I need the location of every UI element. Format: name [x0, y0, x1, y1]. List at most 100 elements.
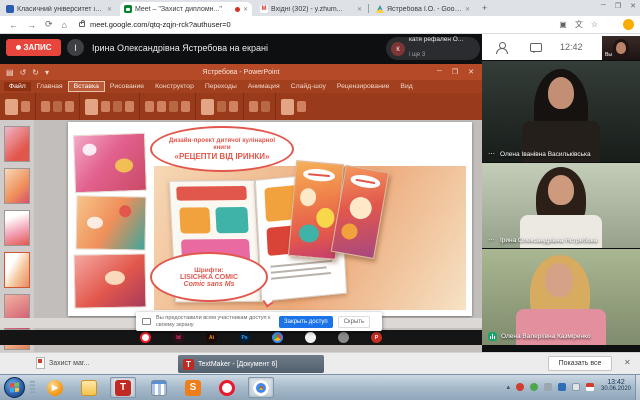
slide-thumbnail[interactable]: [4, 168, 30, 204]
tab-university[interactable]: Класичний університет імені Іва... ✕: [2, 2, 116, 16]
chat-icon[interactable]: [530, 43, 542, 52]
dock-icon: [338, 332, 349, 343]
home-icon[interactable]: ⌂: [62, 20, 67, 30]
window-controls[interactable]: ─ ❐ ✕: [601, 2, 636, 10]
new-tab-button[interactable]: +: [482, 3, 487, 13]
bookmark-star-icon[interactable]: ☆: [591, 20, 598, 29]
opera-taskbar-button[interactable]: [214, 377, 240, 398]
browser-tab-strip: Класичний університет імені Іва... ✕ Mee…: [0, 0, 640, 16]
tray-icon[interactable]: [572, 383, 580, 391]
cast-icon[interactable]: ▣: [559, 20, 567, 29]
tray-icon[interactable]: [544, 383, 552, 391]
tab-meet-active[interactable]: Meet – "Захист дипломн..." ✕: [120, 2, 252, 16]
calculator-taskbar-button[interactable]: [146, 377, 172, 398]
tab-gmail[interactable]: M Вхідні (302) - y.zhum... ✕: [256, 2, 366, 16]
textmaker-label: TextMaker - [Документ 6]: [198, 361, 277, 368]
stop-sharing-button[interactable]: Закрыть доступ: [279, 316, 333, 328]
windows-flag-icon: [10, 383, 19, 393]
shelf-close-icon[interactable]: ✕: [624, 358, 631, 367]
ribbon-group[interactable]: [140, 93, 196, 120]
ribbon-group[interactable]: [80, 93, 140, 120]
tab-close-icon[interactable]: ✕: [107, 6, 112, 13]
taskbar-grip[interactable]: [30, 381, 35, 395]
slide-photo: [73, 133, 147, 193]
textmaker-window-button[interactable]: T TextMaker - [Документ 6]: [178, 355, 324, 373]
show-desktop-button[interactable]: [635, 375, 640, 400]
chrome-taskbar-button[interactable]: [248, 377, 274, 398]
textmaker-taskbar-button[interactable]: T: [110, 377, 136, 398]
speaking-indicator-icon: [488, 332, 497, 341]
ribbon-tab[interactable]: Слайд-шоу: [286, 82, 331, 91]
dock-icon: P: [371, 332, 382, 343]
translate-icon[interactable]: 文: [575, 19, 583, 30]
video-tile-3[interactable]: Олена Валеріївна Казміренко: [482, 249, 640, 345]
presentations-taskbar-button[interactable]: S: [180, 377, 206, 398]
minimize-icon[interactable]: ─: [437, 68, 442, 76]
slide-title-line2: «РЕЦЕПТИ ВІД ІРИНКИ»: [175, 152, 270, 161]
slide-thumbnail[interactable]: [4, 210, 30, 246]
tray-icon[interactable]: [558, 383, 566, 391]
ribbon-group[interactable]: [276, 93, 311, 120]
slide-thumbnail[interactable]: [4, 126, 30, 162]
restore-icon[interactable]: ❐: [615, 2, 621, 10]
reload-icon[interactable]: ⟳: [45, 19, 53, 30]
profile-avatar[interactable]: [606, 19, 617, 30]
taskbar-clock[interactable]: 13:42 30.06.2020: [594, 379, 638, 392]
media-player-taskbar-button[interactable]: ▶: [42, 377, 68, 398]
tray-expand-icon[interactable]: ▴: [506, 383, 510, 391]
more-options-icon[interactable]: ⋯: [488, 150, 496, 158]
ribbon-tab[interactable]: Анимация: [243, 82, 285, 91]
powerpoint-title-bar: ▤ ↺ ↻ ▾ Ястребова - PowerPoint ─ ❐ ✕: [0, 64, 482, 80]
presenter-dock: Id Ai Ps P: [0, 330, 482, 345]
ribbon-tab[interactable]: Вид: [395, 82, 417, 91]
minimize-icon[interactable]: ─: [601, 2, 606, 10]
back-icon[interactable]: ←: [9, 20, 18, 30]
explorer-taskbar-button[interactable]: [76, 377, 102, 398]
windows-taskbar: ▶ T S ▴ 13:42 30.06: [0, 374, 640, 400]
slide-thumbnail-selected[interactable]: [4, 252, 30, 288]
slide[interactable]: Дизайн-проект дитячої кулінарної книги «…: [68, 122, 472, 316]
close-icon[interactable]: ✕: [630, 2, 636, 10]
slide-title-bubble: Дизайн-проект дитячої кулінарної книги «…: [150, 126, 294, 172]
show-all-button[interactable]: Показать все: [548, 356, 612, 371]
ribbon-tab[interactable]: Рисование: [105, 82, 149, 91]
close-icon[interactable]: ✕: [468, 68, 474, 76]
more-options-icon[interactable]: ⋯: [488, 236, 496, 244]
toast-name: катя рефален О...: [409, 36, 463, 43]
ribbon-tab-active[interactable]: Вставка: [69, 82, 104, 91]
ribbon-tab-file[interactable]: Файл: [4, 82, 31, 91]
ribbon-tab[interactable]: Главная: [32, 82, 68, 91]
participant-name: Олена Іванівна Васильківська: [500, 151, 591, 158]
tab-drive[interactable]: Ястребова І.О. - Google Диск ✕: [372, 2, 474, 16]
ribbon-tab[interactable]: Переходы: [200, 82, 242, 91]
url-text[interactable]: meet.google.com/qtq-zqjn-rck?authuser=0: [90, 20, 559, 29]
ribbon-group[interactable]: [0, 93, 36, 120]
video-tile-1[interactable]: ⋯ Олена Іванівна Васильківська: [482, 61, 640, 162]
ribbon-tab[interactable]: Конструктор: [150, 82, 199, 91]
restore-icon[interactable]: ❐: [452, 68, 458, 76]
update-badge-icon[interactable]: [623, 19, 634, 30]
fonts-heading: Шрифти:: [194, 267, 223, 274]
tab-close-icon[interactable]: ✕: [243, 6, 248, 13]
tab-close-icon[interactable]: ✕: [465, 6, 470, 13]
ribbon-group[interactable]: [196, 93, 244, 120]
lock-icon[interactable]: [79, 22, 85, 27]
participants-icon[interactable]: [496, 42, 508, 53]
join-toast[interactable]: к катя рефален О... і ще 3: [386, 37, 480, 60]
forward-icon[interactable]: →: [27, 20, 36, 30]
start-button[interactable]: [4, 377, 25, 398]
ppt-window-controls[interactable]: ─ ❐ ✕: [437, 68, 474, 76]
tray-icon[interactable]: [530, 383, 538, 391]
ribbon-group[interactable]: [36, 93, 80, 120]
ribbon-tab[interactable]: Рецензирование: [332, 82, 394, 91]
self-video-tile[interactable]: Вы: [602, 36, 640, 60]
tray-icon[interactable]: [516, 383, 524, 391]
tab-close-icon[interactable]: ✕: [357, 6, 362, 13]
document-icon: [36, 357, 45, 369]
slide-photo: [74, 253, 147, 308]
document-item[interactable]: Захист маг...: [36, 357, 89, 369]
video-tile-2[interactable]: ⋯ Ірина Олександрівна Ястребова: [482, 163, 640, 248]
hide-banner-button[interactable]: Скрыть: [338, 316, 370, 328]
ribbon-group[interactable]: [244, 93, 276, 120]
tray-flag-icon[interactable]: [586, 383, 594, 391]
